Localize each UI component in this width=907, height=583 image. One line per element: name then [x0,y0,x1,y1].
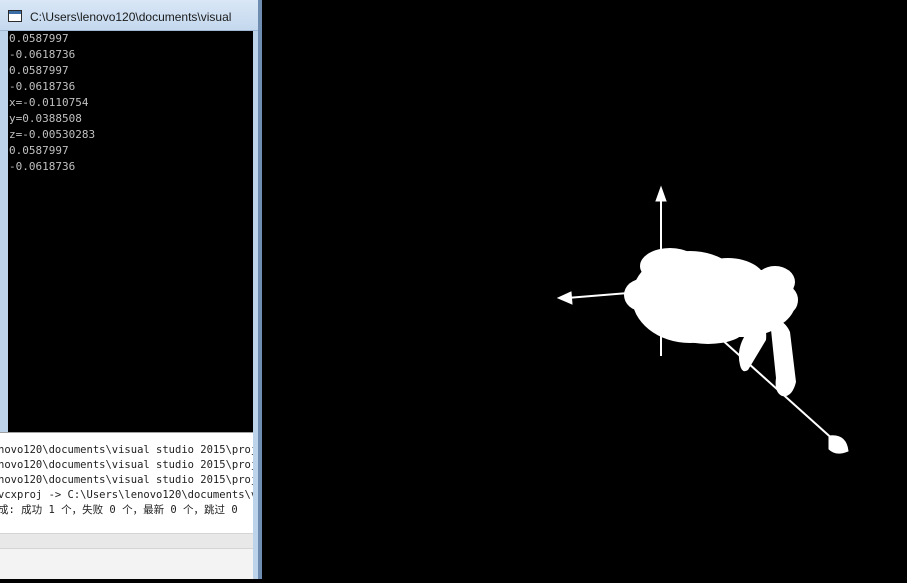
console-window: C:\Users\lenovo120\documents\visual 0.05… [0,0,258,579]
console-line: 0.0587997 [9,64,69,77]
console-line: 0.0587997 [9,144,69,157]
horizontal-scrollbar[interactable] [0,533,253,549]
console-line: y=0.0388508 [9,112,82,125]
output-line: novo120\documents\visual studio 2015\pro… [0,474,253,486]
console-app-icon [8,10,22,22]
console-line: -0.0618736 [9,160,76,173]
console-output: 0.0587997 -0.0618736 0.0587997 -0.061873… [8,31,253,432]
console-titlebar[interactable]: C:\Users\lenovo120\documents\visual [0,0,258,31]
y-axis-arrowhead [655,185,667,202]
console-title: C:\Users\lenovo120\documents\visual [30,10,232,24]
z-axis-arrowhead [828,435,849,454]
console-line: 0.0587997 [9,32,69,45]
render-viewport[interactable] [262,0,907,579]
hand-model [624,248,798,397]
build-output-pane: novo120\documents\visual studio 2015\pro… [0,432,253,579]
output-footer [0,549,253,579]
x-axis-arrowhead [556,291,573,305]
console-line: z=-0.00530283 [9,128,96,141]
console-line: x=-0.0110754 [9,96,89,109]
output-line: novo120\documents\visual studio 2015\pro… [0,459,253,471]
console-line: -0.0618736 [9,80,76,93]
output-line: vcxproj -> C:\Users\lenovo120\documents\… [0,489,253,501]
output-line: novo120\documents\visual studio 2015\pro… [0,444,253,456]
scene-svg [556,185,849,454]
output-line: 成: 成功 1 个，失败 0 个，最新 0 个，跳过 0 [0,504,238,516]
console-line: -0.0618736 [9,48,76,61]
